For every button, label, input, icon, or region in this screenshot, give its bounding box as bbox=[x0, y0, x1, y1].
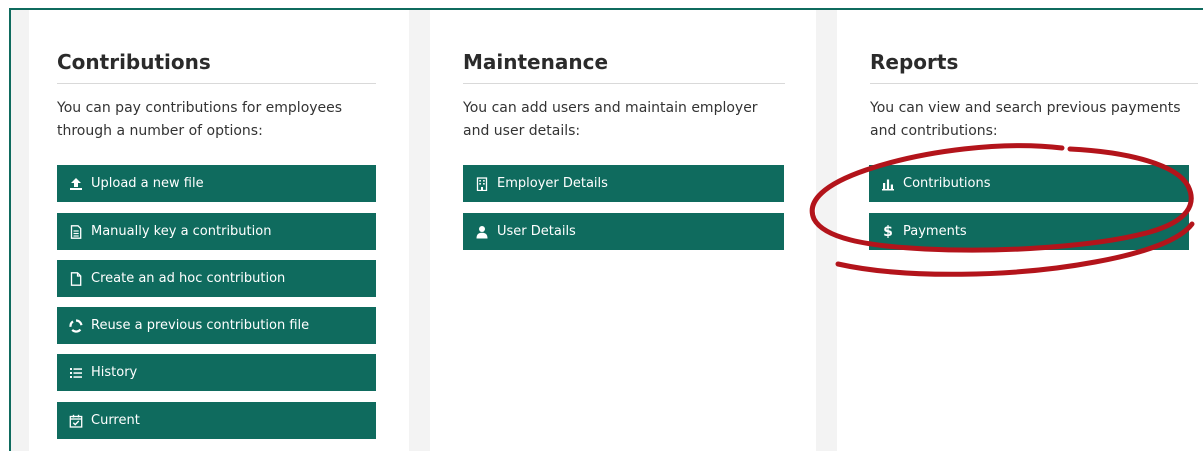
contributions-description: You can pay contributions for employees … bbox=[57, 100, 343, 139]
manually-key-contribution-label: Manually key a contribution bbox=[91, 224, 272, 239]
bar-chart-icon bbox=[881, 177, 895, 191]
create-ad-hoc-contribution-label: Create an ad hoc contribution bbox=[91, 271, 286, 286]
blank-file-icon bbox=[69, 271, 83, 286]
contributions-divider bbox=[57, 83, 376, 84]
maintenance-description: You can add users and maintain employer … bbox=[463, 100, 758, 139]
contributions-report-button[interactable]: Contributions bbox=[869, 165, 1189, 202]
reports-divider bbox=[870, 83, 1198, 84]
document-lines-icon bbox=[69, 224, 83, 239]
user-details-button[interactable]: User Details bbox=[463, 213, 784, 250]
reports-title: Reports bbox=[870, 50, 959, 74]
history-button[interactable]: History bbox=[57, 354, 376, 391]
calendar-check-icon bbox=[69, 414, 83, 428]
payments-report-button[interactable]: $ Payments bbox=[869, 213, 1189, 250]
reports-description: You can view and search previous payment… bbox=[870, 100, 1181, 139]
payments-report-label: Payments bbox=[903, 224, 967, 239]
employer-details-button[interactable]: Employer Details bbox=[463, 165, 784, 202]
maintenance-panel: Maintenance You can add users and mainta… bbox=[430, 10, 816, 451]
recycle-icon bbox=[69, 318, 83, 333]
history-label: History bbox=[91, 365, 138, 380]
current-button[interactable]: Current bbox=[57, 402, 376, 439]
contributions-title: Contributions bbox=[57, 50, 211, 74]
contributions-report-label: Contributions bbox=[903, 176, 991, 191]
create-ad-hoc-contribution-button[interactable]: Create an ad hoc contribution bbox=[57, 260, 376, 297]
maintenance-title: Maintenance bbox=[463, 50, 609, 74]
list-icon bbox=[69, 366, 83, 380]
manually-key-contribution-button[interactable]: Manually key a contribution bbox=[57, 213, 376, 250]
maintenance-divider bbox=[463, 83, 785, 84]
upload-new-file-button[interactable]: Upload a new file bbox=[57, 165, 376, 202]
dollar-icon: $ bbox=[883, 223, 893, 240]
reuse-previous-file-label: Reuse a previous contribution file bbox=[91, 318, 310, 333]
employer-details-label: Employer Details bbox=[497, 176, 608, 191]
user-icon bbox=[475, 225, 489, 239]
upload-new-file-label: Upload a new file bbox=[91, 176, 204, 191]
building-icon bbox=[475, 176, 489, 191]
user-details-label: User Details bbox=[497, 224, 576, 239]
reports-panel: Reports You can view and search previous… bbox=[837, 10, 1203, 451]
upload-icon bbox=[69, 177, 83, 191]
reuse-previous-file-button[interactable]: Reuse a previous contribution file bbox=[57, 307, 376, 344]
current-label: Current bbox=[91, 413, 140, 428]
contributions-panel: Contributions You can pay contributions … bbox=[29, 10, 409, 451]
